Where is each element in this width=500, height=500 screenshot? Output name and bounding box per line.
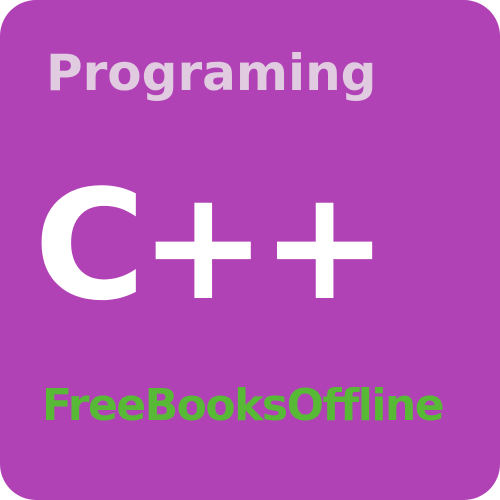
subtitle-programing: Programing <box>46 44 377 102</box>
footer-brand: FreeBooksOffline <box>42 380 445 431</box>
cover-tile: Programing C++ FreeBooksOffline <box>0 0 500 500</box>
main-title-cpp: C++ <box>34 157 388 334</box>
